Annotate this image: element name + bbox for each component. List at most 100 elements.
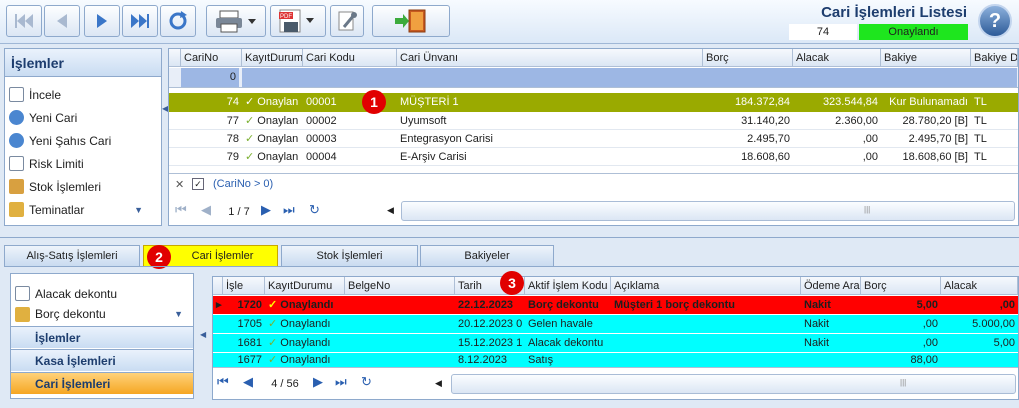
collapse-lower-left-icon[interactable]: ◀: [200, 330, 206, 339]
prev-page-icon[interactable]: ◀: [201, 201, 211, 219]
filter-expression[interactable]: (CariNo > 0): [213, 178, 273, 190]
record-count: 74: [789, 24, 857, 40]
previous-record-button[interactable]: [44, 5, 80, 37]
filter-enabled-checkbox[interactable]: ✓: [192, 178, 204, 190]
menu-item-yeni-cari[interactable]: Yeni Cari: [5, 106, 161, 129]
menu-item-stok-islemleri[interactable]: Stok İşlemleri: [5, 175, 161, 198]
first-page-icon[interactable]: ⏮: [217, 373, 229, 391]
first-icon: [15, 14, 33, 28]
toolbar: PDF Cari İşlemleri Listesi 74 Onaylandı …: [0, 0, 1019, 44]
document-icon: [15, 286, 30, 301]
column-header-bakiye-doviz[interactable]: Bakiye D: [971, 49, 1018, 67]
scroll-grip-icon: |||: [864, 205, 871, 214]
svg-text:PDF: PDF: [280, 14, 292, 20]
cari-grid: CariNo KayıtDurumu Cari Kodu Cari Ünvanı…: [168, 48, 1019, 226]
scroll-grip-icon: |||: [900, 378, 907, 387]
refresh-icon: [169, 11, 187, 30]
check-icon: ✓: [245, 151, 258, 163]
section-cari-islemleri[interactable]: Cari İşlemleri: [11, 372, 193, 394]
column-header-alacak[interactable]: Alacak: [793, 49, 881, 67]
last-page-icon[interactable]: ⏭: [335, 373, 347, 391]
filter-bar: ✕ ✓ (CariNo > 0): [169, 173, 1018, 195]
column-header-kayitdurumu[interactable]: KayıtDurumu: [265, 277, 345, 295]
clear-filter-icon[interactable]: ✕: [175, 178, 184, 191]
export-pdf-button[interactable]: PDF: [270, 5, 326, 37]
menu-item-borc-dekontu[interactable]: Borç dekontu ▼: [11, 305, 193, 323]
column-header-isle[interactable]: İşle: [223, 277, 265, 295]
help-button[interactable]: ?: [978, 4, 1012, 38]
column-header-borc[interactable]: Borç: [861, 277, 941, 295]
grid1-navigator: ⏮ ◀ 1 / 7 ▶ ⏭ ↻ ◀ |||: [169, 199, 1018, 223]
table-row[interactable]: ▸ 1720 ✓ Onaylandı 22.12.2023 Borç dekon…: [213, 296, 1018, 314]
horizontal-scrollbar[interactable]: |||: [401, 201, 1015, 221]
cari-operations-panel: Alacak dekontu Borç dekontu ▼ İşlemler Ka…: [10, 273, 194, 399]
check-icon: ✓: [245, 96, 258, 108]
next-record-button[interactable]: [84, 5, 120, 37]
column-header-odeme-araci[interactable]: Ödeme Ara: [801, 277, 861, 295]
check-icon: ✓: [245, 133, 258, 145]
column-header-belgeno[interactable]: BelgeNo: [345, 277, 455, 295]
column-header-kayitdurumu[interactable]: KayıtDurumu: [242, 49, 303, 67]
table-row[interactable]: 77 ✓ Onaylan 00002 Uyumsoft 31.140,20 2.…: [169, 112, 1018, 130]
operations-panel-title: İşlemler: [5, 49, 161, 77]
menu-item-incele[interactable]: İncele: [5, 83, 161, 106]
last-page-icon[interactable]: ⏭: [283, 201, 295, 219]
annotation-badge-3: 3: [500, 271, 524, 295]
menu-item-yeni-sahis-cari[interactable]: Yeni Şahıs Cari: [5, 129, 161, 152]
column-header-cari-kodu[interactable]: Cari Kodu: [303, 49, 397, 67]
filter-row-carino-value[interactable]: 0: [181, 68, 239, 87]
refresh-button[interactable]: [160, 5, 196, 37]
add-icon: [9, 110, 24, 125]
check-icon: ✓: [245, 115, 258, 127]
chevron-down-icon[interactable]: ▼: [174, 309, 183, 319]
column-header-aciklama[interactable]: Açıklama: [611, 277, 801, 295]
menu-item-risk-limiti[interactable]: Risk Limiti: [5, 152, 161, 175]
prev-page-icon[interactable]: ◀: [243, 373, 253, 391]
column-header-bakiye[interactable]: Bakiye: [881, 49, 971, 67]
scroll-left-icon[interactable]: ◀: [387, 205, 394, 216]
check-icon: ✓: [268, 337, 281, 349]
chevron-down-icon[interactable]: ▼: [134, 205, 143, 215]
stock-icon: [9, 179, 24, 194]
print-button[interactable]: [206, 5, 266, 37]
horizontal-scrollbar[interactable]: |||: [451, 374, 1016, 394]
section-kasa-islemleri[interactable]: Kasa İşlemleri: [11, 349, 193, 371]
first-record-button[interactable]: [6, 5, 42, 37]
first-page-icon[interactable]: ⏮: [175, 201, 187, 219]
table-row[interactable]: 1681 ✓ Onaylandı 15.12.2023 1 Alacak dek…: [213, 334, 1018, 352]
tab-stok-islemleri[interactable]: Stok İşlemleri: [281, 245, 418, 266]
exit-door-icon: [395, 9, 426, 33]
exit-button[interactable]: [372, 5, 450, 37]
section-islemler[interactable]: İşlemler: [11, 326, 193, 348]
printer-icon: [216, 10, 256, 33]
next-page-icon[interactable]: ▶: [261, 201, 271, 219]
page-indicator: 1 / 7: [223, 203, 255, 221]
menu-item-alacak-dekontu[interactable]: Alacak dekontu: [11, 282, 193, 305]
pdf-icon: PDF: [279, 9, 314, 33]
next-page-icon[interactable]: ▶: [313, 373, 323, 391]
table-row[interactable]: 78 ✓ Onaylan 00003 Entegrasyon Carisi 2.…: [169, 130, 1018, 148]
scroll-left-icon[interactable]: ◀: [435, 378, 442, 389]
column-header-carino[interactable]: CariNo: [181, 49, 242, 67]
filter-row: 0: [169, 68, 1018, 88]
row-indicator-header: [169, 49, 181, 67]
column-header-aktif-islem-kodu[interactable]: Aktif İşlem Kodu: [525, 277, 611, 295]
column-header-cari-unvani[interactable]: Cari Ünvanı: [397, 49, 703, 67]
column-header-alacak[interactable]: Alacak: [941, 277, 1018, 295]
annotation-badge-1: 1: [362, 90, 386, 114]
last-record-button[interactable]: [122, 5, 158, 37]
tab-bakiyeler[interactable]: Bakiyeler: [420, 245, 554, 266]
table-row[interactable]: 74 ✓ Onaylan 00001 MÜŞTERİ 1 184.372,84 …: [169, 93, 1018, 112]
page-indicator: 4 / 56: [271, 378, 299, 390]
settings-button[interactable]: [330, 5, 364, 37]
table-row[interactable]: 1705 ✓ Onaylandı 20.12.2023 0 Gelen hava…: [213, 315, 1018, 333]
status-badge: Onaylandı: [859, 24, 968, 40]
refresh-icon[interactable]: ↻: [309, 201, 320, 219]
refresh-icon[interactable]: ↻: [361, 373, 372, 391]
table-row[interactable]: 79 ✓ Onaylan 00004 E-Arşiv Carisi 18.608…: [169, 148, 1018, 166]
column-header-borc[interactable]: Borç: [703, 49, 793, 67]
check-icon: ✓: [268, 354, 281, 366]
menu-item-teminatlar[interactable]: Teminatlar ▼: [5, 198, 161, 221]
tab-alis-satis[interactable]: Alış-Satış İşlemleri: [4, 245, 140, 266]
table-row[interactable]: 1677 ✓ Onaylandı 8.12.2023 Satış 88,00: [213, 353, 1018, 367]
